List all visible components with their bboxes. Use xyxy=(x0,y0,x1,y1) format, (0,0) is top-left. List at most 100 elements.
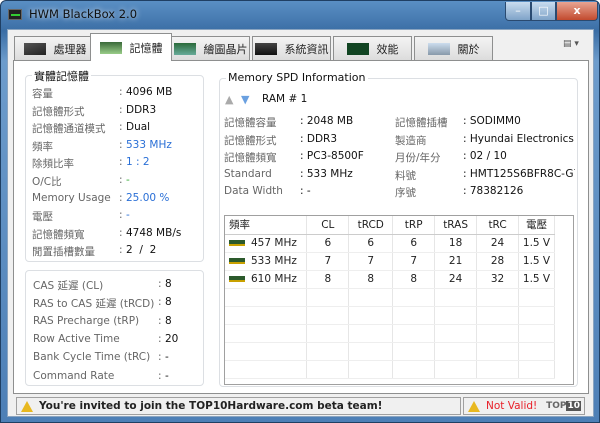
row-label: RAS to CAS 延遲 (tRCD) xyxy=(33,298,155,311)
table-cell: 28 xyxy=(476,252,520,271)
table-row[interactable]: 457 MHz 6 6 6 18 24 1.5 V xyxy=(225,234,555,253)
table-cell: 533 MHz xyxy=(225,252,308,271)
empty-cell xyxy=(225,324,308,343)
row-label: 記憶體頻寬 xyxy=(224,152,277,164)
empty-cell xyxy=(225,288,308,307)
validity-panel: Not Valid! TOP10 xyxy=(463,397,585,415)
row-value: 8 xyxy=(165,314,172,327)
row-label: 頻率 xyxy=(32,140,53,153)
row-value: 1 : 2 xyxy=(126,156,150,169)
spd-row: 記憶體插槽 : SODIMM0 xyxy=(395,115,575,132)
row-value: - xyxy=(165,351,169,364)
warning-icon xyxy=(468,400,480,412)
row-label: 記憶體容量 xyxy=(224,117,277,129)
column-header[interactable]: tRP xyxy=(392,216,436,235)
physical-row: 記憶體形式: DDR3 xyxy=(26,104,204,121)
empty-cell xyxy=(476,324,520,343)
row-colon: : xyxy=(119,121,123,134)
row-value: : SODIMM0 xyxy=(463,115,521,127)
maximize-button[interactable]: □ xyxy=(531,2,556,21)
performance-icon xyxy=(346,42,369,55)
tab-5[interactable]: 關於 xyxy=(414,36,493,60)
memory-module-icon xyxy=(229,240,245,246)
minimize-button[interactable]: – xyxy=(505,2,531,21)
cell-text: 1.5 V xyxy=(522,273,551,285)
tab-label: 繪圖晶片 xyxy=(203,42,248,56)
table-cell: 1.5 V xyxy=(518,234,555,253)
warning-icon xyxy=(21,400,33,412)
table-cell: 1.5 V xyxy=(518,252,555,271)
memory-icon xyxy=(99,41,122,54)
timing-row: Bank Cycle Time (tRC): - xyxy=(26,351,204,368)
empty-cell xyxy=(348,306,394,325)
table-row[interactable]: 610 MHz 8 8 8 24 32 1.5 V xyxy=(225,270,555,289)
cell-text: 533 MHz xyxy=(251,255,297,267)
empty-cell xyxy=(225,360,308,379)
column-header[interactable]: CL xyxy=(306,216,350,235)
row-label: 除頻比率 xyxy=(32,158,74,171)
column-header[interactable]: tRAS xyxy=(434,216,478,235)
empty-cell xyxy=(306,342,350,361)
client-area: 處理器 記憶體 繪圖晶片 系統資訊 效能 關於 ▤ ▾ 實體記憶體 容量:4096 MB 記… xyxy=(7,29,594,417)
app-icon xyxy=(8,9,22,20)
close-button[interactable]: x xyxy=(556,2,598,21)
spd-title: Memory SPD Information xyxy=(226,71,368,84)
row-colon: : xyxy=(119,103,123,116)
table-cell: 1.5 V xyxy=(518,270,555,289)
row-value: 533 MHz xyxy=(126,138,172,151)
menu-dropdown-button[interactable]: ▤ ▾ xyxy=(563,39,588,57)
empty-cell xyxy=(225,342,308,361)
row-value: : HMT125S6BFR8C-G7 xyxy=(463,167,575,180)
spd-row: 記憶體頻寬 : PC3-8500F xyxy=(224,150,394,167)
row-value: DDR3 xyxy=(126,103,157,116)
table-cell: 6 xyxy=(306,234,350,253)
table-cell: 18 xyxy=(434,234,478,253)
row-label: RAS Precharge (tRP) xyxy=(33,314,140,327)
column-header[interactable]: 電壓 xyxy=(518,216,555,235)
physical-row: O/C比: - xyxy=(26,174,204,191)
physical-memory-group: 實體記憶體 容量:4096 MB 記憶體形式: DDR3 記憶體通道模式: Dual 頻率… xyxy=(25,68,204,262)
empty-row xyxy=(225,342,555,361)
timing-row: RAS Precharge (tRP):8 xyxy=(26,315,204,332)
status-message[interactable]: You're invited to join the TOP10Hardware… xyxy=(39,400,382,412)
next-ram-button[interactable]: ▼ xyxy=(241,93,249,106)
empty-cell xyxy=(476,288,520,307)
row-colon: : xyxy=(158,369,162,382)
row-label: 序號 xyxy=(395,187,416,199)
tab-0[interactable]: 處理器 xyxy=(14,36,96,60)
row-label: 月份/年分 xyxy=(395,152,441,164)
row-label: Bank Cycle Time (tRC) xyxy=(33,351,151,364)
empty-cell xyxy=(348,360,394,379)
table-row[interactable]: 533 MHz 7 7 7 21 28 1.5 V xyxy=(225,252,555,271)
empty-cell xyxy=(476,342,520,361)
timings-group: CAS 延遲 (CL):8 RAS to CAS 延遲 (tRCD):8 RAS P… xyxy=(25,270,204,386)
empty-cell xyxy=(306,306,350,325)
cell-text: 6 xyxy=(367,237,375,249)
physical-row: 閒置插槽數量:2 / 2 xyxy=(26,244,204,261)
column-header[interactable]: 頻率 xyxy=(225,216,308,235)
tab-1[interactable]: 記憶體 xyxy=(90,33,172,61)
cpu-icon xyxy=(23,42,46,55)
spd-row: 記憶體形式: DDR3 xyxy=(224,133,394,150)
timing-table-container: 頻率 CL tRCD tRP tRAS tRC 電壓 457 MHz 6 6 6 18 24 1.5 V5… xyxy=(224,215,574,385)
row-value: 20 xyxy=(165,332,179,345)
table-cell: 7 xyxy=(306,252,350,271)
table-cell: 24 xyxy=(434,270,478,289)
tab-4[interactable]: 效能 xyxy=(333,36,412,60)
column-header[interactable]: tRCD xyxy=(348,216,394,235)
previous-ram-button[interactable]: ▲ xyxy=(225,93,233,106)
row-value: : PC3-8500F xyxy=(300,150,364,162)
empty-cell xyxy=(434,360,478,379)
row-label: 記憶體插槽 xyxy=(395,117,448,129)
row-label: 閒置插槽數量 xyxy=(32,246,95,259)
column-header[interactable]: tRC xyxy=(476,216,520,235)
row-value: - xyxy=(126,174,130,186)
tab-2[interactable]: 繪圖晶片 xyxy=(171,36,250,60)
status-message-panel: You're invited to join the TOP10Hardware… xyxy=(16,397,461,415)
empty-cell xyxy=(306,360,350,379)
empty-cell xyxy=(434,306,478,325)
system-icon xyxy=(254,42,277,55)
tab-3[interactable]: 系統資訊 xyxy=(252,36,331,60)
top10-logo: TOP10 xyxy=(546,401,581,411)
physical-row: 容量:4096 MB xyxy=(26,86,204,103)
